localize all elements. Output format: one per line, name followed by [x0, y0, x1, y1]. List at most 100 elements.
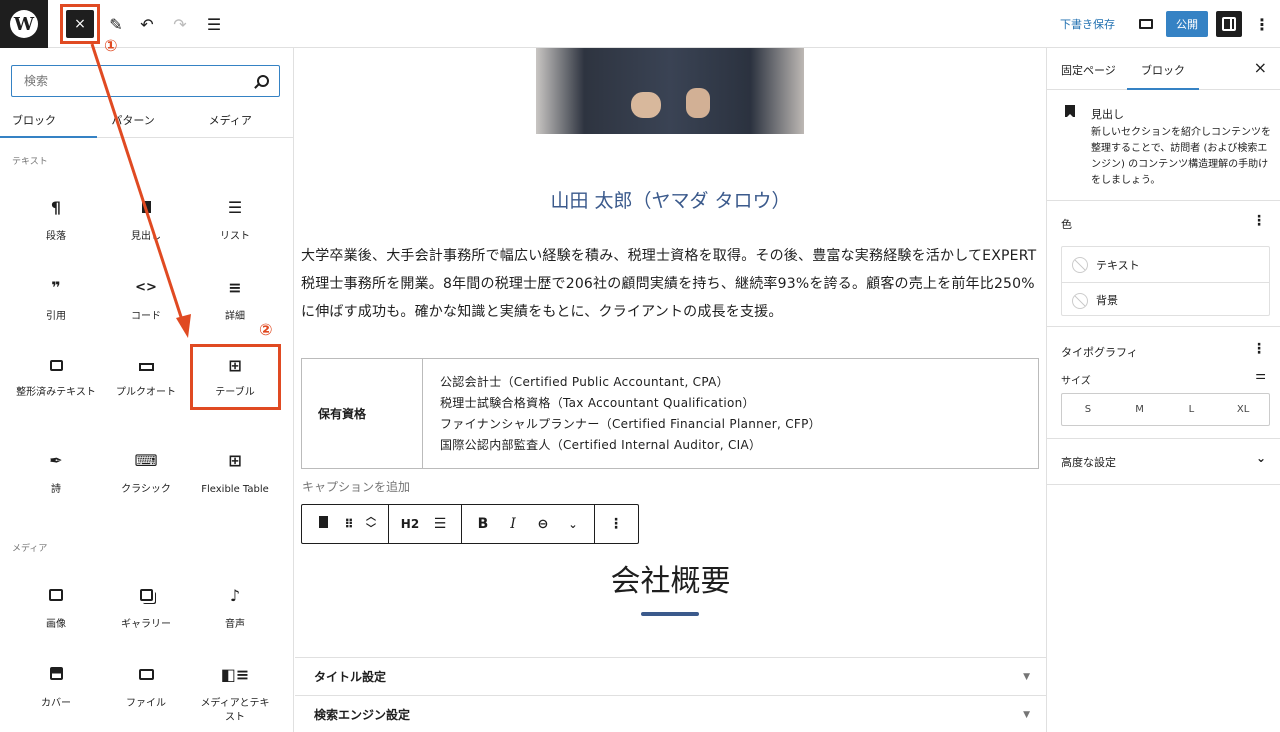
- block-item-details[interactable]: ≡ 詳細: [190, 278, 280, 324]
- redo-button[interactable]: ↷: [166, 10, 194, 38]
- meta-panel-title-settings[interactable]: タイトル設定 ▼: [295, 657, 1046, 695]
- company-overview-heading[interactable]: 会社概要: [295, 556, 1046, 600]
- desktop-preview-icon: [1139, 19, 1153, 29]
- inserter-tabs: ブロック パターン メディア: [0, 102, 294, 138]
- link-icon: ⊖: [537, 516, 549, 532]
- block-item-code[interactable]: <> コード: [101, 278, 191, 324]
- heading-level-button[interactable]: H2: [395, 517, 425, 531]
- block-item-cover[interactable]: カバー: [11, 665, 101, 711]
- block-item-file[interactable]: ファイル: [101, 665, 191, 711]
- block-label: ファイル: [126, 698, 166, 709]
- wordpress-logo-button[interactable]: W: [0, 0, 48, 48]
- color-options-button[interactable]: ⋮: [1252, 213, 1266, 229]
- color-swatch-icon: [1072, 257, 1088, 273]
- block-options-button[interactable]: ⋮: [601, 516, 631, 532]
- size-label: サイズ: [1061, 376, 1091, 387]
- chevron-up-down-icon: ︿ ﹀: [366, 512, 376, 535]
- advanced-toggle[interactable]: ⌄: [1256, 451, 1266, 465]
- block-label: 詩: [51, 484, 61, 495]
- move-buttons[interactable]: ︿ ﹀: [360, 512, 382, 536]
- color-item-text[interactable]: テキスト: [1062, 247, 1269, 282]
- code-icon: <>: [135, 280, 157, 295]
- table-value-cell[interactable]: 公認会計士（Certified Public Accountant, CPA） …: [422, 358, 1039, 469]
- block-label: 音声: [225, 619, 245, 630]
- tab-media[interactable]: メディア: [197, 102, 294, 137]
- block-toolbar: ⠿ ︿ ﹀ H2 ☰ B I ⊖ ⌄ ⋮: [301, 504, 639, 544]
- block-search-input[interactable]: [12, 66, 242, 96]
- preformatted-icon: [11, 356, 101, 376]
- flexible-table-icon: ⊞: [228, 451, 242, 470]
- block-item-preformatted[interactable]: 整形済みテキスト: [11, 356, 101, 400]
- more-vertical-icon: ⋮: [1252, 341, 1266, 357]
- tab-blocks[interactable]: ブロック: [0, 102, 98, 138]
- custom-size-button[interactable]: ⚌: [1255, 368, 1266, 382]
- preview-button[interactable]: [1132, 10, 1160, 38]
- profile-name-heading[interactable]: 山田 太郎（ヤマダ タロウ）: [295, 186, 1046, 213]
- block-type-button[interactable]: [308, 516, 338, 532]
- align-text-button[interactable]: ☰: [425, 516, 455, 532]
- color-items: テキスト 背景: [1061, 246, 1270, 316]
- tab-block[interactable]: ブロック: [1127, 62, 1199, 90]
- qualifications-table[interactable]: 保有資格 公認会計士（Certified Public Accountant, …: [301, 358, 1039, 469]
- block-item-list[interactable]: ☰ リスト: [190, 198, 280, 244]
- annotation-box-close: [60, 4, 100, 44]
- bold-button[interactable]: B: [468, 516, 498, 532]
- size-option-s[interactable]: S: [1062, 394, 1114, 425]
- typography-options-button[interactable]: ⋮: [1252, 341, 1266, 357]
- sidebar-icon: [1222, 17, 1236, 31]
- close-sidebar-button[interactable]: ×: [1254, 58, 1267, 77]
- block-item-gallery[interactable]: ギャラリー: [101, 586, 191, 632]
- block-item-image[interactable]: 画像: [11, 586, 101, 632]
- save-draft-button[interactable]: 下書き保存: [1060, 16, 1115, 32]
- sidebar-tabs: 固定ページ ブロック ×: [1047, 48, 1280, 90]
- more-formatting-button[interactable]: ⌄: [558, 518, 588, 531]
- block-item-verse[interactable]: ✒ 詩: [11, 451, 101, 497]
- list-icon: ☰: [227, 198, 243, 217]
- block-item-paragraph[interactable]: ¶ 段落: [11, 198, 101, 244]
- block-label: 引用: [46, 311, 66, 322]
- list-view-icon: ☰: [206, 14, 222, 34]
- bookmark-icon: [101, 198, 191, 218]
- more-vertical-icon: ⋮: [1254, 14, 1270, 34]
- table-header-cell[interactable]: 保有資格: [301, 358, 423, 469]
- qualification-line: 公認会計士（Certified Public Accountant, CPA）: [440, 374, 729, 389]
- editor-canvas: 山田 太郎（ヤマダ タロウ） 大学卒業後、大手会計事務所で幅広い経験を積み、税理…: [295, 48, 1046, 732]
- size-option-m[interactable]: M: [1114, 394, 1166, 425]
- block-item-quote[interactable]: ❞ 引用: [11, 278, 101, 324]
- block-item-audio[interactable]: ♪ 音声: [190, 586, 280, 632]
- size-option-l[interactable]: L: [1166, 394, 1218, 425]
- color-panel-title: 色: [1061, 218, 1072, 231]
- italic-button[interactable]: I: [498, 516, 528, 532]
- color-item-background[interactable]: 背景: [1062, 282, 1269, 317]
- tab-patterns[interactable]: パターン: [97, 102, 196, 137]
- profile-photo[interactable]: [536, 48, 804, 134]
- block-item-media-text[interactable]: ◧≡ メディアとテキスト: [190, 665, 280, 725]
- size-option-xl[interactable]: XL: [1217, 394, 1269, 425]
- feather-icon: ✒: [49, 451, 63, 470]
- align-left-icon: ☰: [433, 516, 447, 532]
- options-menu-button[interactable]: ⋮: [1248, 10, 1276, 38]
- table-caption-placeholder[interactable]: キャプションを追加: [302, 478, 410, 495]
- drag-handle[interactable]: ⠿: [338, 517, 360, 531]
- block-label: メディアとテキスト: [200, 698, 270, 723]
- publish-button[interactable]: 公開: [1166, 11, 1208, 37]
- undo-button[interactable]: ↶: [133, 10, 161, 38]
- block-item-flexible-table[interactable]: ⊞ Flexible Table: [190, 451, 280, 497]
- block-label: ギャラリー: [121, 619, 171, 630]
- block-item-classic[interactable]: ⌨ クラシック: [101, 451, 191, 497]
- block-item-pullquote[interactable]: プルクオート: [101, 356, 191, 400]
- block-toolbar-group: B I ⊖ ⌄: [462, 505, 595, 543]
- category-text-heading: テキスト: [12, 157, 48, 167]
- tools-button[interactable]: ✎: [102, 10, 130, 38]
- block-label: クラシック: [121, 484, 171, 495]
- font-size-picker: S M L XL: [1061, 393, 1270, 426]
- meta-panel-seo-settings[interactable]: 検索エンジン設定 ▼: [295, 695, 1046, 732]
- settings-toggle-button[interactable]: [1216, 11, 1242, 37]
- bio-paragraph[interactable]: 大学卒業後、大手会計事務所で幅広い経験を積み、税理士資格を取得。その後、豊富な実…: [301, 242, 1041, 326]
- tab-page[interactable]: 固定ページ: [1061, 62, 1116, 78]
- block-toolbar-group: H2 ☰: [389, 505, 462, 543]
- block-item-heading[interactable]: 見出し: [101, 198, 191, 244]
- link-button[interactable]: ⊖: [528, 517, 558, 532]
- bookmark-icon: [1065, 105, 1075, 117]
- document-overview-button[interactable]: ☰: [200, 10, 228, 38]
